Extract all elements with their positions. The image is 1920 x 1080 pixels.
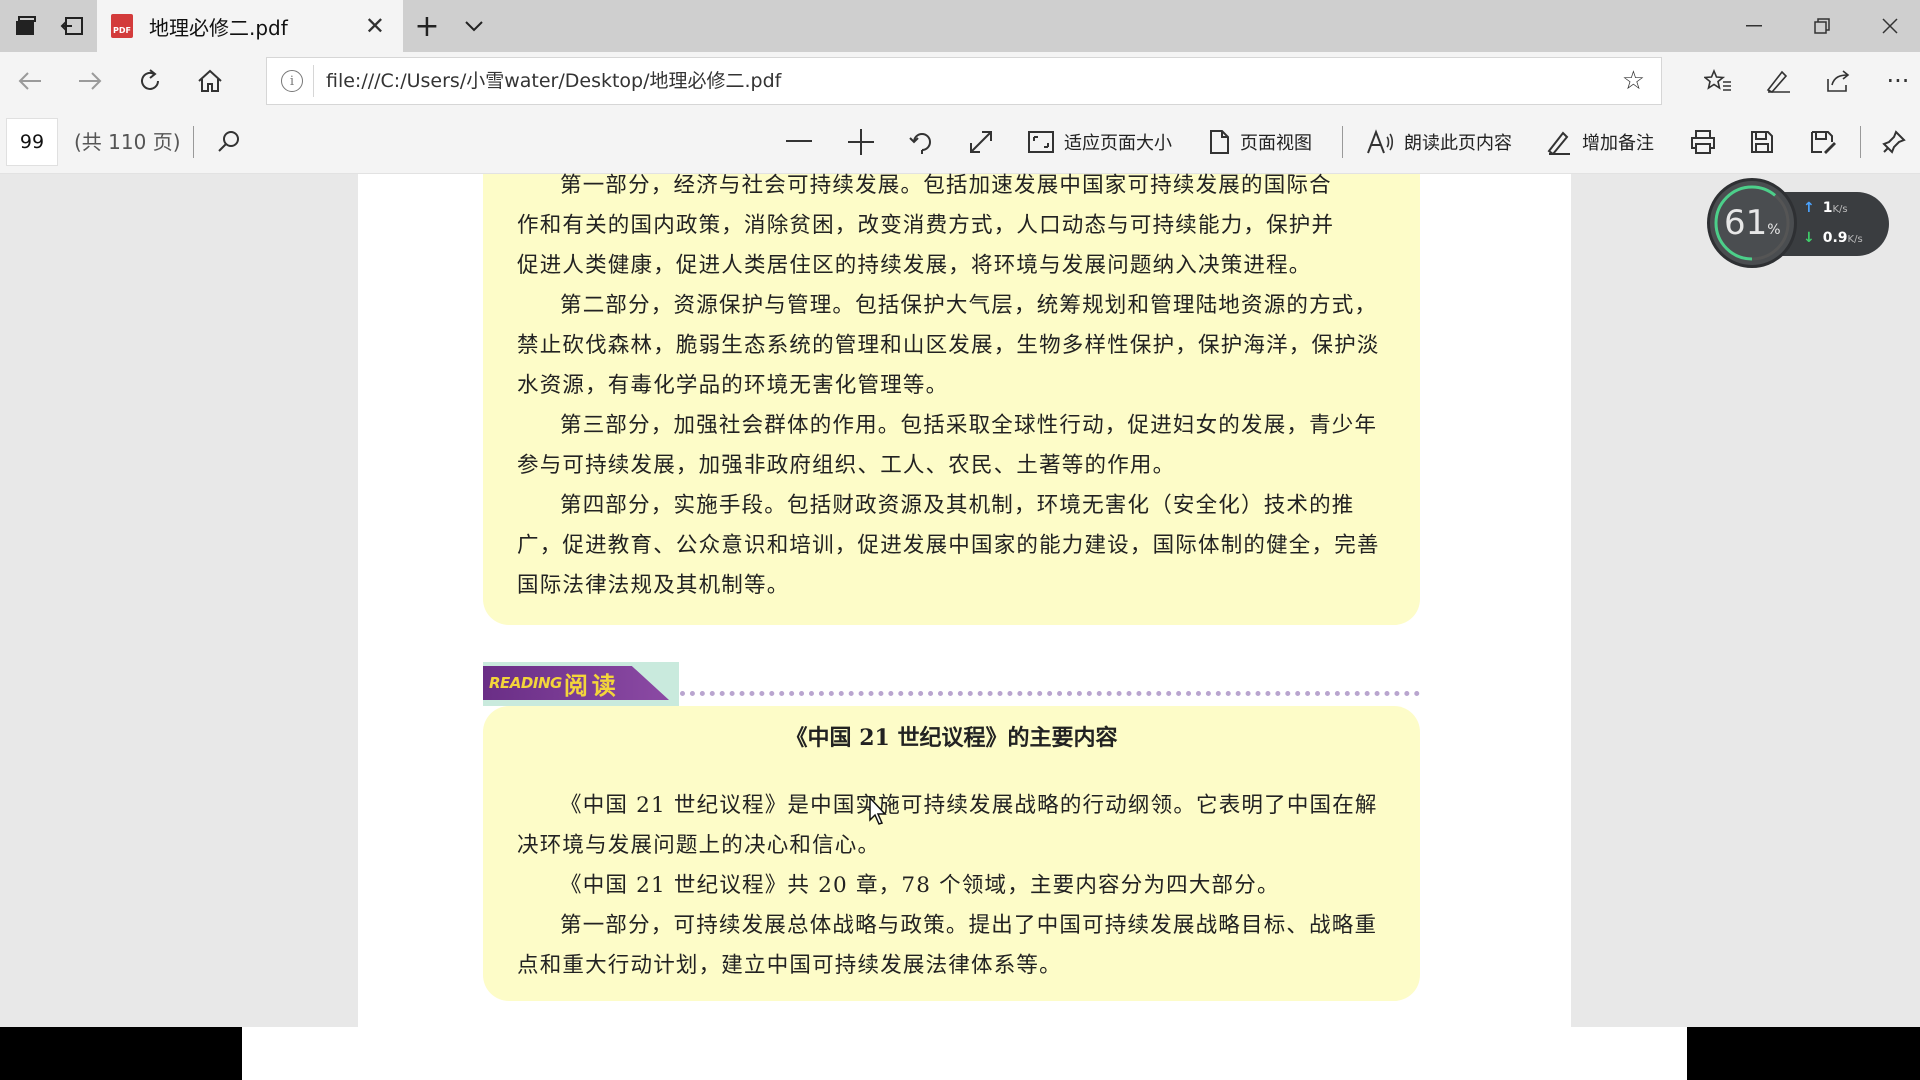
rotate-icon	[908, 128, 936, 156]
network-monitor-widget[interactable]: 61% ↑ 1K/s ↓ 0.9K/s	[1707, 178, 1889, 272]
print-icon	[1690, 129, 1716, 155]
text-box-upper-body: 第一部分，经济与社会可持续发展。包括加速发展中国家可持续发展的国际合 作和有关的…	[517, 166, 1387, 606]
forward-button[interactable]	[64, 52, 116, 110]
search-button[interactable]	[216, 110, 242, 174]
minimize-button[interactable]	[1720, 0, 1788, 52]
reading-label-en: READING	[489, 674, 562, 692]
pin-toolbar-button[interactable]	[1882, 110, 1906, 174]
web-note-pen-icon[interactable]	[1752, 52, 1804, 110]
upload-speed: ↑ 1K/s	[1803, 200, 1848, 216]
zoom-in-button[interactable]	[848, 110, 874, 174]
address-bar[interactable]: i file:///C:/Users/小雪water/Desktop/地理必修二…	[266, 57, 1662, 105]
pen-icon	[1546, 129, 1572, 155]
bottom-page-strip	[242, 1027, 1687, 1080]
paragraph: 第二部分，资源保护与管理。包括保护大气层，统筹规划和管理陆地资源的方式，禁止砍伐…	[517, 293, 1380, 398]
tab-title: 地理必修二.pdf	[149, 15, 288, 40]
save-as-button[interactable]	[1810, 110, 1836, 174]
add-notes-label: 增加备注	[1582, 133, 1654, 154]
tab-preview-chevron-icon[interactable]	[450, 0, 498, 52]
text-box-reading-body: 《中国 21 世纪议程》是中国实施可持续发展战略的行动纲领。它表明了中国在解决环…	[517, 786, 1387, 986]
search-icon	[216, 129, 242, 155]
text-line: 促进人类健康，促进人类居住区的持续发展，将环境与发展问题纳入决策进程。	[517, 253, 1312, 278]
favorites-icon[interactable]	[1692, 52, 1744, 110]
paragraph: 《中国 21 世纪议程》共 20 章，78 个领域，主要内容分为四大部分。	[560, 873, 1280, 898]
add-notes-button[interactable]: 增加备注	[1546, 110, 1654, 174]
save-button[interactable]	[1750, 110, 1774, 174]
read-aloud-label: 朗读此页内容	[1404, 133, 1512, 154]
navigation-bar: i file:///C:/Users/小雪water/Desktop/地理必修二…	[0, 52, 1920, 110]
toolbar-divider	[193, 126, 194, 158]
paragraph: 第三部分，加强社会群体的作用。包括采取全球性行动，促进妇女的发展，青少年参与可持…	[517, 413, 1378, 478]
toolbar-divider	[1342, 126, 1343, 158]
share-icon[interactable]	[1812, 52, 1864, 110]
url-text[interactable]: file:///C:/Users/小雪water/Desktop/地理必修二.p…	[313, 65, 781, 97]
tab-actions-icon[interactable]	[2, 0, 50, 52]
fit-page-button[interactable]: 适应页面大小	[1028, 110, 1172, 174]
usage-percent: 61%	[1724, 203, 1781, 243]
title-bar: PDF 地理必修二.pdf ✕ +	[0, 0, 1920, 52]
close-window-button[interactable]	[1856, 0, 1920, 52]
plus-icon	[848, 129, 874, 155]
save-icon	[1750, 130, 1774, 154]
reading-section-tag: READING 阅读	[483, 662, 679, 706]
fullscreen-button[interactable]	[968, 110, 994, 174]
paragraph: 第四部分，实施手段。包括财政资源及其机制，环境无害化（安全化）技术的推广，促进教…	[517, 493, 1380, 598]
text-line: 第一部分，经济与社会可持续发展。包括加速发展中国家可持续发展的国际合	[560, 173, 1332, 198]
pdf-toolbar: 99 (共 110 页) 适应页面大小 页面视图 朗读此页内容 增加备注	[0, 110, 1920, 174]
mouse-cursor-icon	[869, 796, 887, 825]
info-icon[interactable]: i	[281, 70, 303, 92]
minus-icon	[786, 140, 812, 144]
expand-icon	[968, 129, 994, 155]
reading-title: 《中国 21 世纪议程》的主要内容	[785, 725, 1118, 751]
download-speed: ↓ 0.9K/s	[1803, 230, 1863, 246]
letterbox-bottom	[0, 1027, 1920, 1080]
favorite-star-icon[interactable]: ☆	[1622, 66, 1645, 96]
print-button[interactable]	[1690, 110, 1716, 174]
set-tabs-aside-icon[interactable]	[48, 0, 96, 52]
home-button[interactable]	[184, 52, 236, 110]
new-tab-button[interactable]: +	[403, 0, 451, 52]
text-box-reading: 《中国 21 世纪议程》的主要内容 《中国 21 世纪议程》是中国实施可持续发展…	[483, 706, 1420, 1001]
usage-gauge: 61%	[1707, 178, 1797, 268]
fit-page-icon	[1028, 131, 1054, 153]
page-number-input[interactable]: 99	[6, 118, 58, 166]
reading-banner: READING 阅读	[483, 666, 669, 700]
pdf-page: 第一部分，经济与社会可持续发展。包括加速发展中国家可持续发展的国际合 作和有关的…	[358, 173, 1571, 1027]
reading-label-zh: 阅读	[563, 671, 620, 700]
text-box-upper: 第一部分，经济与社会可持续发展。包括加速发展中国家可持续发展的国际合 作和有关的…	[483, 173, 1420, 625]
read-aloud-button[interactable]: 朗读此页内容	[1366, 110, 1512, 174]
paragraph: 第一部分，可持续发展总体战略与政策。提出了中国可持续发展战略目标、战略重点和重大…	[517, 913, 1378, 978]
page-view-label: 页面视图	[1240, 133, 1312, 154]
upload-arrow-icon: ↑	[1803, 200, 1815, 216]
paragraph: 《中国 21 世纪议程》是中国实施可持续发展战略的行动纲领。它表明了中国在解决环…	[517, 793, 1378, 858]
tab-active[interactable]: PDF 地理必修二.pdf ✕	[97, 0, 403, 52]
page-count: (共 110 页)	[74, 130, 181, 154]
back-button[interactable]	[4, 52, 56, 110]
save-as-icon	[1810, 130, 1836, 154]
zoom-out-button[interactable]	[786, 110, 812, 174]
pin-icon	[1882, 130, 1906, 154]
more-options-icon[interactable]: ···	[1872, 52, 1920, 110]
rotate-button[interactable]	[908, 110, 936, 174]
close-tab-icon[interactable]: ✕	[365, 12, 385, 40]
download-arrow-icon: ↓	[1803, 230, 1815, 246]
restore-button[interactable]	[1788, 0, 1856, 52]
text-line: 作和有关的国内政策，消除贫困，改变消费方式，人口动态与可持续能力，保护并	[517, 213, 1335, 238]
read-aloud-icon	[1366, 129, 1394, 155]
toolbar-divider	[1860, 126, 1861, 158]
page-view-icon	[1208, 130, 1230, 154]
refresh-button[interactable]	[124, 52, 176, 110]
pdf-file-icon: PDF	[111, 14, 133, 38]
dotted-divider	[680, 691, 1420, 696]
fit-page-label: 适应页面大小	[1064, 133, 1172, 154]
page-view-button[interactable]: 页面视图	[1208, 110, 1312, 174]
pdf-viewer[interactable]: 第一部分，经济与社会可持续发展。包括加速发展中国家可持续发展的国际合 作和有关的…	[0, 173, 1920, 1027]
